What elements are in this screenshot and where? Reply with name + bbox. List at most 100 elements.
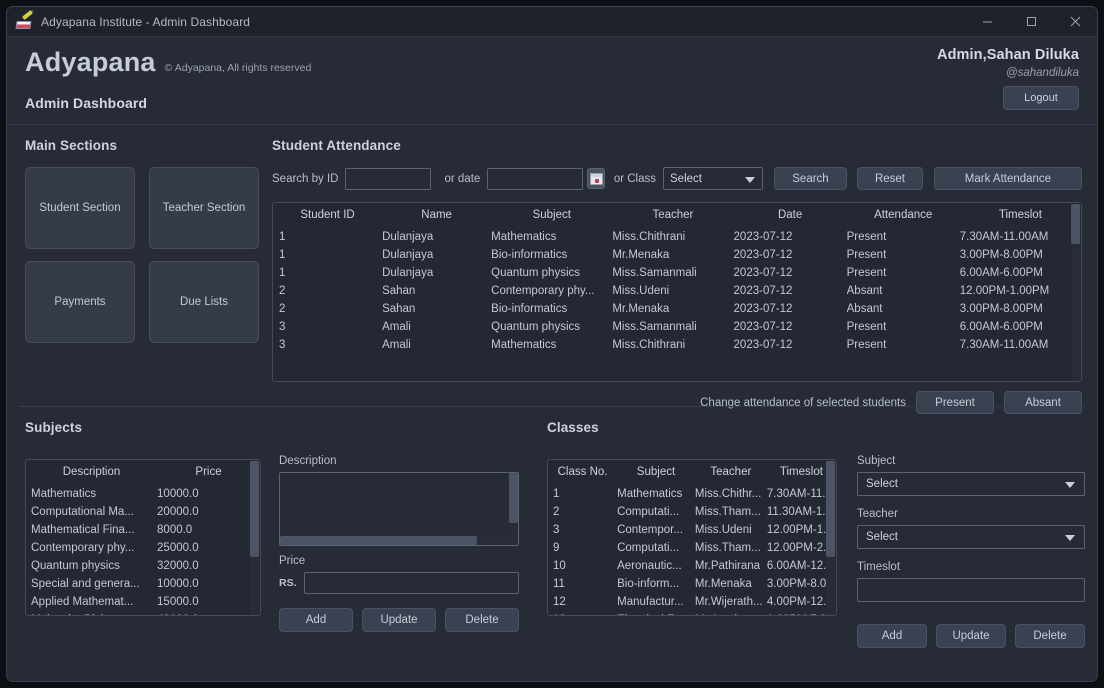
table-row[interactable]: 3 Amali Mathematics Miss.Chithrani 2023-… [273,336,1081,354]
col-student-id: Student ID [273,203,383,228]
set-present-button[interactable]: Present [916,391,994,414]
cell-class-subject: Manufactur... [617,596,684,608]
class-add-button[interactable]: Add [857,624,927,648]
table-row[interactable]: 13 Electrical E... Mr.Amal 1.00PM-7.0... [548,611,836,615]
classes-table[interactable]: Class No. Subject Teacher Timeslot 1 Mat… [547,459,837,616]
cell-subject: Bio-informatics [491,303,568,315]
subject-add-button[interactable]: Add [279,608,353,632]
cell-class-subject: Computati... [617,542,680,554]
cell-timeslot: 3.00PM-8.00PM [959,303,1043,315]
col-class-no: Class No. [548,460,618,485]
list-item[interactable]: Mathematical Fina... 8000.0 [26,521,260,539]
subject-update-button[interactable]: Update [362,608,436,632]
cell-class-subject: Mathematics [617,488,683,500]
description-hscrollbar[interactable] [280,536,509,545]
class-select[interactable]: Select [663,167,763,190]
col-timeslot: Timeslot [959,203,1081,228]
class-timeslot-input[interactable] [857,578,1085,602]
price-input[interactable] [303,572,519,594]
cell-class-no: 11 [553,578,565,590]
table-row[interactable]: 2 Computati... Miss.Tham... 11.30AM-1... [548,503,836,521]
classes-scrollbar[interactable] [826,461,835,615]
maximize-icon[interactable] [1009,7,1053,37]
cell-description: Applied Mathemat... [31,596,134,608]
cell-description: Molecular Biology [26,611,157,615]
class-update-button[interactable]: Update [936,624,1006,648]
tile-due-lists[interactable]: Due Lists [149,261,259,343]
attendance-table[interactable]: Student ID Name Subject Teacher Date Att… [272,202,1082,382]
subjects-scrollbar[interactable] [250,461,259,615]
cell-name: Sahan [382,285,416,297]
reset-button[interactable]: Reset [857,167,923,190]
cell-timeslot: 6.00AM-6.00PM [959,321,1043,333]
table-row[interactable]: 1 Dulanjaya Quantum physics Miss.Samanma… [273,264,1081,282]
subject-form: Description Price RS. Add Update Delete [279,455,519,632]
table-row[interactable]: 1 Dulanjaya Mathematics Miss.Chithrani 2… [273,228,1081,246]
class-timeslot-label: Timeslot [857,561,901,573]
class-subject-select[interactable]: Select [857,472,1085,496]
class-delete-button[interactable]: Delete [1015,624,1085,648]
list-item[interactable]: Special and genera... 10000.0 [26,575,260,593]
table-row[interactable]: 2 Sahan Bio-informatics Mr.Menaka 2023-0… [273,300,1081,318]
cell-class-teacher: Mr.Wijerath... [694,596,763,608]
main-sections-panel: Main Sections Student Section Teacher Se… [25,138,259,343]
calendar-icon[interactable] [587,168,605,189]
cell-price: 15000.0 [157,596,199,608]
cell-student-id: 3 [279,339,286,351]
subjects-table[interactable]: Description Price Mathematics 10000.0 Co… [25,459,261,616]
list-item[interactable]: Contemporary phy... 25000.0 [26,539,260,557]
subject-delete-button[interactable]: Delete [445,608,519,632]
or-class-label: or Class [613,172,657,185]
table-row[interactable]: 11 Bio-inform... Mr.Menaka 3.00PM-8.0... [548,575,836,593]
description-vscrollbar[interactable] [509,473,518,545]
cell-price: 20000.0 [157,506,199,518]
cell-student-id: 1 [279,231,286,243]
search-button[interactable]: Search [773,167,848,190]
minimize-icon[interactable] [965,7,1009,37]
list-item[interactable]: Applied Mathemat... 15000.0 [26,593,260,611]
tile-teacher-section[interactable]: Teacher Section [149,167,259,249]
cell-price: 10000.0 [157,578,199,590]
tile-payments[interactable]: Payments [25,261,135,343]
class-teacher-select[interactable]: Select [857,525,1085,549]
cell-teacher: Miss.Samanmali [612,267,697,279]
cell-class-teacher: Miss.Udeni [694,524,752,536]
tile-student-section[interactable]: Student Section [25,167,135,249]
table-row[interactable]: 10 Aeronautic... Mr.Pathirana 6.00AM-12.… [548,557,836,575]
mark-attendance-button[interactable]: Mark Attendance [933,167,1082,190]
search-date-input[interactable] [487,167,584,190]
cell-description: Contemporary phy... [31,542,135,554]
logout-button[interactable]: Logout [1003,86,1079,110]
col-class-teacher: Teacher [694,460,767,485]
search-id-input[interactable] [345,167,432,190]
cell-timeslot: 3.00PM-8.00PM [959,249,1043,261]
list-item[interactable]: Mathematics 10000.0 [26,485,260,503]
attendance-scrollbar[interactable] [1071,204,1080,381]
cell-class-no: 3 [553,524,560,536]
cell-attendance: Present [846,249,887,261]
table-row[interactable]: 3 Amali Quantum physics Miss.Samanmali 2… [273,318,1081,336]
page-header: Adyapana © Adyapana, All rights reserved… [7,37,1097,125]
cell-price: 32000.0 [157,560,199,572]
set-absant-button[interactable]: Absant [1004,391,1082,414]
table-row[interactable]: 1 Dulanjaya Bio-informatics Mr.Menaka 20… [273,246,1081,264]
table-row[interactable]: 2 Sahan Contemporary phy... Miss.Udeni 2… [273,282,1081,300]
table-row[interactable]: 1 Mathematics Miss.Chithr... 7.30AM-11..… [548,485,836,503]
cell-description: Computational Ma... [31,506,134,518]
table-row[interactable]: 12 Manufactur... Mr.Wijerath... 4.00PM-1… [548,593,836,611]
table-row[interactable]: 3 Contempor... Miss.Udeni 12.00PM-1... [548,521,836,539]
cell-price: 25000.0 [157,542,199,554]
cell-class-subject: Bio-inform... [617,578,680,590]
description-input[interactable] [279,472,519,546]
price-label: Price [279,555,306,567]
close-icon[interactable] [1053,7,1097,37]
list-item[interactable]: Molecular Biology 40000.0 [26,611,260,615]
list-item[interactable]: Computational Ma... 20000.0 [26,503,260,521]
cell-teacher: Miss.Chithrani [612,231,686,243]
cell-timeslot: 12.00PM-1.00PM [959,285,1050,297]
classes-title: Classes [547,420,599,435]
cell-class-no: 13 [548,611,617,615]
cell-date: 2023-07-12 [733,267,793,279]
table-row[interactable]: 9 Computati... Miss.Tham... 12.00PM-2...… [548,539,836,557]
list-item[interactable]: Quantum physics 32000.0 [26,557,260,575]
